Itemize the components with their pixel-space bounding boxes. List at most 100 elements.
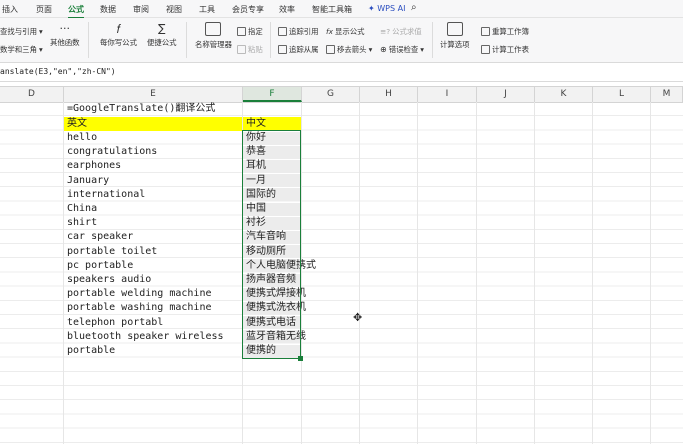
remove-arrows-label: 移去箭头 [337, 45, 367, 54]
calc-sheet-label: 计算工作表 [492, 45, 529, 54]
tab-wps-ai[interactable]: ✦ WPS AI [368, 4, 405, 13]
formula-bar[interactable]: anslate(E3,"en","zh-CN") [0, 63, 683, 82]
paste-icon [237, 45, 246, 54]
chevron-down-icon: ▾ [420, 45, 424, 54]
calc-options-button[interactable]: 计算选项 [440, 22, 470, 50]
trace-icon [278, 27, 287, 36]
english-cell[interactable]: earphones [67, 159, 121, 173]
tab-insert[interactable]: 插入 [2, 4, 18, 15]
specify-icon [237, 27, 246, 36]
search-icon[interactable]: ⌕ [411, 2, 417, 13]
col-header-f[interactable]: F [243, 87, 302, 102]
calc-options-label: 计算选项 [440, 40, 470, 49]
error-check-label: 错误检查 [388, 45, 419, 54]
col-header-l[interactable]: L [593, 87, 651, 102]
english-cell[interactable]: January [67, 174, 109, 188]
col-header-d[interactable]: D [0, 87, 64, 102]
eval-icon: ≡? [380, 27, 391, 36]
specify-label: 指定 [248, 27, 263, 36]
col-header-g[interactable]: G [302, 87, 360, 102]
fill-handle[interactable] [298, 356, 303, 361]
formula-icon: 𝑓 [116, 22, 121, 36]
lookup-label: 查找与引用 [0, 27, 37, 36]
english-cell[interactable]: portable [67, 344, 115, 358]
tab-efficiency[interactable]: 效率 [279, 4, 295, 15]
divider [432, 22, 433, 58]
name-manager-icon [205, 22, 222, 36]
chevron-down-icon: ▾ [368, 45, 373, 54]
col-header-h[interactable]: H [360, 87, 418, 102]
col-header-i[interactable]: I [418, 87, 477, 102]
fx-icon: fx [326, 27, 333, 36]
tab-member[interactable]: 会员专享 [232, 4, 264, 15]
menu-bar: 插入 页面 公式 数据 审阅 视图 工具 会员专享 效率 智能工具箱 ✦ WPS… [0, 0, 683, 19]
english-cell[interactable]: congratulations [67, 145, 157, 159]
english-cell[interactable]: hello [67, 131, 97, 145]
trace-icon [278, 45, 287, 54]
tab-tools[interactable]: 工具 [199, 4, 215, 15]
calc-sheet-icon [481, 45, 490, 54]
tab-formula[interactable]: 公式 [68, 4, 84, 19]
col-header-m[interactable]: M [651, 87, 683, 102]
divider [88, 22, 89, 58]
tab-review[interactable]: 审阅 [133, 4, 149, 15]
calc-sheet-button[interactable]: 计算工作表 [481, 44, 529, 55]
convenient-label: 便捷公式 [147, 38, 177, 47]
trace-precedents-button[interactable]: 追踪引用 [278, 26, 319, 37]
error-check-button[interactable]: ⊕ 错误检查 ▾ [380, 44, 424, 55]
header-english-cell[interactable]: 英文 [67, 117, 87, 131]
header-highlight-e [64, 117, 242, 131]
wps-ai-label: WPS AI [377, 4, 406, 13]
divider [270, 22, 271, 58]
title-cell[interactable]: =GoogleTranslate()翻译公式 [67, 102, 215, 116]
english-cell[interactable]: portable toilet [67, 245, 157, 259]
lookup-button[interactable]: 查找与引用 ▾ [0, 26, 43, 37]
remove-arrows-button[interactable]: 移去箭头 ▾ [326, 44, 372, 55]
english-cell[interactable]: China [67, 202, 97, 216]
calculator-icon [446, 22, 463, 36]
col-header-j[interactable]: J [477, 87, 535, 102]
col-header-k[interactable]: K [535, 87, 593, 102]
english-cell[interactable]: telephon portabl [67, 316, 163, 330]
english-cell[interactable]: shirt [67, 216, 97, 230]
header-chinese-cell[interactable]: 中文 [246, 117, 266, 131]
english-cell[interactable]: car speaker [67, 230, 133, 244]
arrows-icon [326, 45, 335, 54]
paste-label: 粘贴 [248, 45, 263, 54]
paste-button[interactable]: 粘贴 [237, 44, 263, 55]
name-manager-button[interactable]: 名称管理器 [195, 22, 232, 50]
math-button[interactable]: 数学和三角 ▾ [0, 44, 43, 55]
english-cell[interactable]: portable washing machine [67, 301, 212, 315]
specify-button[interactable]: 指定 [237, 26, 263, 37]
formula-eval-button[interactable]: ≡? 公式求值 [380, 26, 422, 37]
tab-data[interactable]: 数据 [100, 4, 116, 15]
recalc-workbook-button[interactable]: 重算工作簿 [481, 26, 529, 37]
trace-dep-label: 追踪从属 [289, 45, 319, 54]
tab-smart-toolbox[interactable]: 智能工具箱 [312, 4, 352, 15]
convenient-formula-button[interactable]: ∑ 便捷公式 [147, 22, 177, 48]
dots-icon: ··· [59, 22, 71, 35]
name-mgr-label: 名称管理器 [195, 40, 232, 49]
show-formula-button[interactable]: fx 显示公式 [326, 26, 365, 37]
english-cell[interactable]: portable welding machine [67, 287, 212, 301]
other-functions-button[interactable]: ··· 其他函数 [50, 22, 80, 48]
selection-box [242, 130, 301, 359]
trace-dependents-button[interactable]: 追踪从属 [278, 44, 319, 55]
ribbon: 查找与引用 ▾ 数学和三角 ▾ ··· 其他函数 𝑓 每你写公式 ∑ 便捷公式 名称管理器… [0, 18, 683, 63]
english-cell[interactable]: speakers audio [67, 273, 151, 287]
everyday-formula-button[interactable]: 𝑓 每你写公式 [100, 22, 137, 48]
everyday-label: 每你写公式 [100, 38, 137, 47]
tab-page[interactable]: 页面 [36, 4, 52, 15]
english-cell[interactable]: pc portable [67, 259, 133, 273]
col-header-e[interactable]: E [64, 87, 243, 102]
other-func-label: 其他函数 [50, 38, 80, 47]
sigma-icon: ∑ [158, 22, 166, 35]
english-cell[interactable]: bluetooth speaker wireless [67, 330, 224, 344]
math-label: 数学和三角 [0, 45, 37, 54]
english-cell[interactable]: international [67, 188, 145, 202]
crosshair-cursor-icon: ✥ [353, 311, 363, 324]
tab-view[interactable]: 视图 [166, 4, 182, 15]
formula-text[interactable]: anslate(E3,"en","zh-CN") [0, 67, 116, 76]
chevron-down-icon: ▾ [38, 45, 43, 54]
recalc-label: 重算工作簿 [492, 27, 529, 36]
